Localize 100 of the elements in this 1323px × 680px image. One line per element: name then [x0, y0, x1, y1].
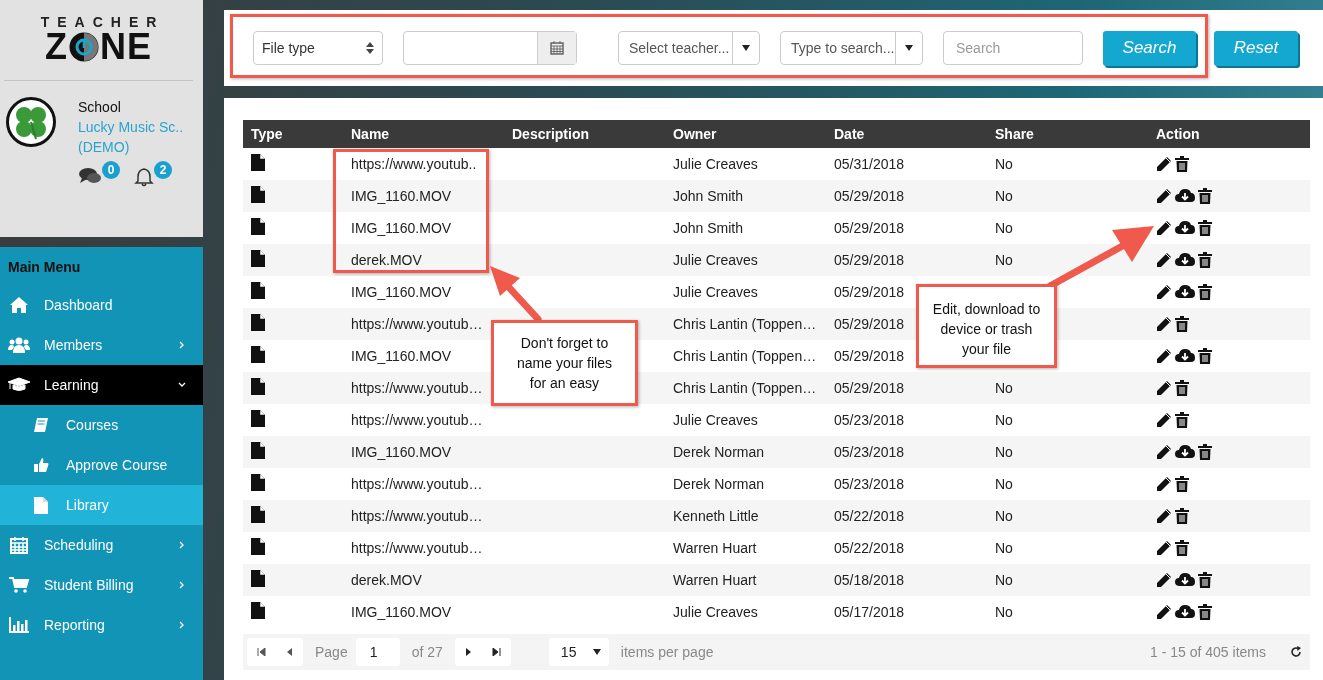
- pencil-icon[interactable]: [1156, 508, 1172, 524]
- last-page-icon: [492, 648, 502, 656]
- file-icon: [251, 314, 265, 331]
- trash-icon[interactable]: [1198, 572, 1212, 588]
- caret-down-icon: [904, 43, 914, 53]
- page-label: Page: [315, 644, 348, 660]
- combo-box[interactable]: Select teacher...: [618, 31, 760, 65]
- trash-icon[interactable]: [1198, 188, 1212, 204]
- calendar-icon: [8, 536, 30, 554]
- trash-icon[interactable]: [1175, 316, 1189, 332]
- pencil-icon[interactable]: [1156, 284, 1172, 300]
- table-cell: https://www.youtub..: [351, 156, 477, 172]
- file-icon: [251, 346, 265, 363]
- caret-down-icon: [741, 43, 751, 53]
- pencil-icon[interactable]: [1156, 252, 1172, 268]
- pencil-icon[interactable]: [1156, 604, 1172, 620]
- trash-icon[interactable]: [1198, 220, 1212, 236]
- menu-item[interactable]: Reporting: [0, 605, 203, 645]
- column-header[interactable]: Description: [504, 126, 665, 142]
- table-cell: John Smith: [673, 220, 744, 236]
- trash-icon[interactable]: [1175, 540, 1189, 556]
- pencil-icon[interactable]: [1156, 316, 1172, 332]
- table-cell: https://www.youtub…: [351, 476, 483, 492]
- home-icon: [8, 296, 30, 314]
- menu-item[interactable]: Student Billing: [0, 565, 203, 605]
- page-field[interactable]: 1: [355, 638, 400, 666]
- trash-icon[interactable]: [1198, 604, 1212, 620]
- menu-item[interactable]: Dashboard: [0, 285, 203, 325]
- cloud-download-icon[interactable]: [1175, 348, 1195, 364]
- table-cell: No: [995, 412, 1013, 428]
- cloud-download-icon[interactable]: [1175, 188, 1195, 204]
- cart-icon: [8, 577, 30, 593]
- file-type-select[interactable]: File type: [253, 31, 383, 65]
- trash-icon[interactable]: [1198, 252, 1212, 268]
- table-cell: 05/18/2018: [834, 572, 905, 588]
- pencil-icon[interactable]: [1156, 220, 1172, 236]
- table-cell: No: [995, 220, 1013, 236]
- menu-item[interactable]: Learning: [0, 365, 203, 405]
- pencil-icon[interactable]: [1156, 348, 1172, 364]
- users-icon: [8, 337, 30, 353]
- page-size-select[interactable]: 15: [548, 638, 609, 666]
- table-cell: Julie Creaves: [673, 412, 758, 428]
- bar-chart-icon: [8, 617, 30, 633]
- pencil-icon[interactable]: [1156, 444, 1172, 460]
- cloud-download-icon[interactable]: [1175, 252, 1195, 268]
- page-count: of 27: [411, 644, 443, 660]
- column-header[interactable]: Share: [987, 126, 1148, 142]
- count-badge: 2: [154, 161, 172, 179]
- table-cell: 05/23/2018: [834, 444, 905, 460]
- pencil-icon[interactable]: [1156, 412, 1172, 428]
- cloud-download-icon[interactable]: [1175, 444, 1195, 460]
- previous-page-icon: [285, 648, 293, 656]
- first-page-icon: [256, 648, 266, 656]
- pencil-icon[interactable]: [1156, 476, 1172, 492]
- table-cell: https://www.youtub…: [351, 380, 483, 396]
- cloud-download-icon[interactable]: [1175, 220, 1195, 236]
- trash-icon[interactable]: [1198, 348, 1212, 364]
- pencil-icon[interactable]: [1156, 188, 1172, 204]
- pencil-icon[interactable]: [1156, 572, 1172, 588]
- cloud-download-icon[interactable]: [1175, 604, 1195, 620]
- pencil-icon[interactable]: [1156, 156, 1172, 172]
- column-header[interactable]: Owner: [665, 126, 826, 142]
- refresh-icon: [1290, 646, 1302, 658]
- logo-text: Z: [45, 30, 68, 64]
- trash-icon[interactable]: [1198, 284, 1212, 300]
- calendar-icon: [550, 41, 564, 55]
- trash-icon[interactable]: [1175, 508, 1189, 524]
- table-cell: Julie Creaves: [673, 156, 758, 172]
- cloud-download-icon[interactable]: [1175, 284, 1195, 300]
- submenu-item[interactable]: Courses: [0, 405, 203, 445]
- menu-item[interactable]: Members: [0, 325, 203, 365]
- file-icon: [251, 602, 265, 619]
- table-cell: 05/23/2018: [834, 412, 905, 428]
- search-field[interactable]: Search: [943, 31, 1083, 65]
- trash-icon[interactable]: [1175, 476, 1189, 492]
- pencil-icon[interactable]: [1156, 540, 1172, 556]
- date-field[interactable]: [403, 31, 577, 65]
- bell-icon: [134, 167, 154, 187]
- trash-icon[interactable]: [1175, 380, 1189, 396]
- table-cell: No: [995, 540, 1013, 556]
- combo-box[interactable]: Type to search...: [780, 31, 923, 65]
- cloud-download-icon[interactable]: [1175, 572, 1195, 588]
- file-icon: [251, 474, 265, 491]
- submenu-item[interactable]: Approve Course: [0, 445, 203, 485]
- table-cell: 05/29/2018: [834, 252, 905, 268]
- menu-item[interactable]: Scheduling: [0, 525, 203, 565]
- trash-icon[interactable]: [1175, 412, 1189, 428]
- column-header[interactable]: Name: [343, 126, 504, 142]
- column-header[interactable]: Date: [826, 126, 987, 142]
- table-cell: Chris Lantin (Toppen…: [673, 348, 817, 364]
- table-cell: No: [995, 444, 1013, 460]
- table-cell: No: [995, 508, 1013, 524]
- pencil-icon[interactable]: [1156, 380, 1172, 396]
- column-header[interactable]: Type: [243, 126, 343, 142]
- table-cell: Julie Creaves: [673, 252, 758, 268]
- trash-icon[interactable]: [1198, 444, 1212, 460]
- file-icon: [251, 186, 265, 203]
- table-cell: Warren Huart: [673, 572, 757, 588]
- column-header[interactable]: Action: [1148, 126, 1310, 142]
- trash-icon[interactable]: [1175, 156, 1189, 172]
